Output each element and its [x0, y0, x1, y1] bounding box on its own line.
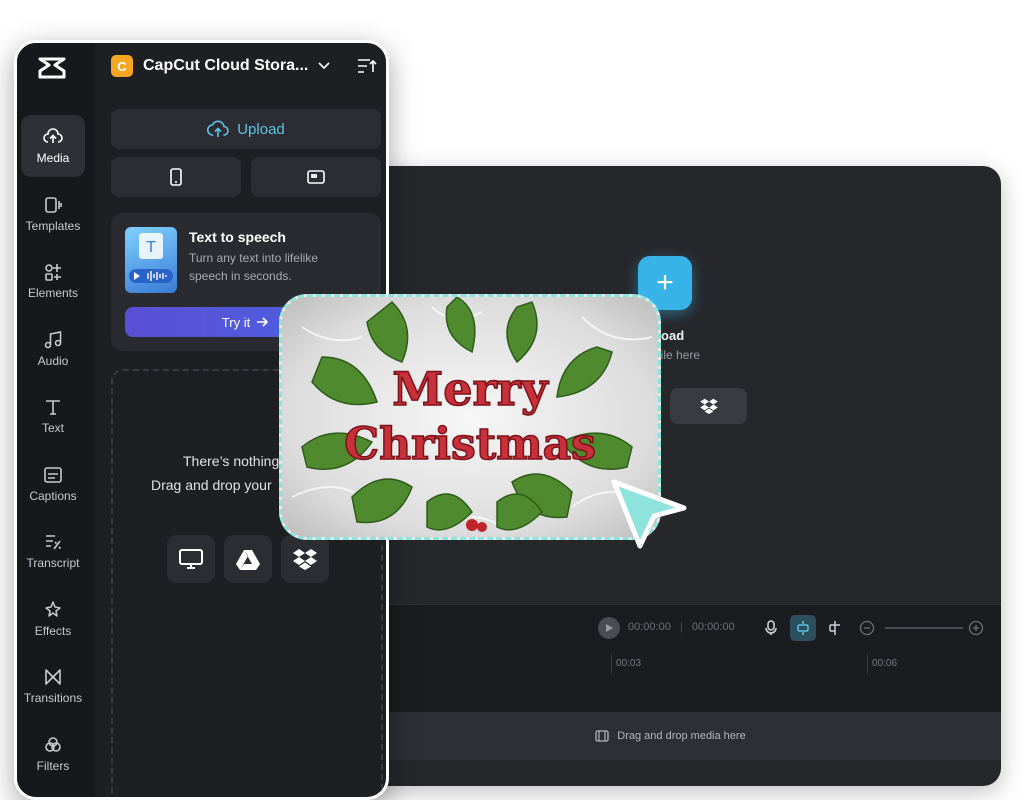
- storage-selector[interactable]: C CapCut Cloud Stora...: [111, 55, 330, 77]
- screen-record-button[interactable]: [251, 157, 381, 197]
- sort-button[interactable]: [357, 57, 377, 80]
- split-icon: [829, 621, 840, 635]
- device-source-button[interactable]: [167, 535, 215, 583]
- phone-upload-button[interactable]: [111, 157, 241, 197]
- upload-button[interactable]: Upload: [111, 109, 381, 149]
- upload-label: Upload: [237, 120, 285, 138]
- time-total: 00:00:00: [691, 621, 735, 633]
- monitor-icon: [179, 549, 203, 569]
- chevron-down-icon: [318, 62, 330, 70]
- sidebar-item-filters[interactable]: Filters: [21, 723, 85, 785]
- sidebar-item-label: Effects: [34, 624, 72, 638]
- ruler-tick: [867, 654, 868, 674]
- filters-icon: [45, 737, 61, 752]
- sidebar-item-transcript[interactable]: Transcript: [21, 520, 85, 582]
- sidebar-item-text[interactable]: Text: [21, 385, 85, 447]
- dropbox-icon: [699, 398, 718, 414]
- sidebar-item-label: Templates: [25, 219, 81, 233]
- cursor-arrow-icon: [611, 479, 687, 549]
- zoom-slider[interactable]: [885, 627, 963, 629]
- effects-icon: [45, 601, 61, 617]
- zoom-out-button[interactable]: [854, 615, 880, 641]
- snap-icon: [797, 621, 809, 635]
- film-icon: [595, 730, 609, 742]
- arrow-right-icon: [257, 317, 269, 327]
- dragged-image-card[interactable]: Merry Christmas: [279, 294, 661, 540]
- sidebar-item-label: Audio: [37, 354, 69, 368]
- play-icon: [606, 624, 613, 632]
- tts-description: Turn any text into lifelike speech in se…: [189, 251, 318, 283]
- snap-toggle[interactable]: [790, 615, 816, 641]
- image-text-merry: Merry: [392, 362, 549, 416]
- editor-dropbox-button[interactable]: [670, 388, 747, 424]
- phone-icon: [170, 168, 182, 186]
- empty-state-hint: Drag and drop your: [151, 477, 272, 493]
- sidebar-item-label: Captions: [29, 489, 77, 503]
- empty-state-title: There’s nothing: [183, 453, 280, 469]
- capcut-logo[interactable]: [35, 53, 69, 83]
- sidebar-item-transitions[interactable]: Transitions: [21, 655, 85, 717]
- sidebar-item-elements[interactable]: Elements: [21, 250, 85, 312]
- audio-icon: [44, 331, 62, 349]
- text-icon: [46, 400, 60, 415]
- sidebar-item-label: Transitions: [23, 691, 83, 705]
- dropbox-button[interactable]: [281, 535, 329, 583]
- sidebar-rail: Media Templates Elements Audio Text Capt…: [17, 43, 95, 797]
- time-display: 00:00:00 | 00:00:00: [628, 621, 735, 633]
- drop-media-text: Drag and drop media here: [617, 730, 746, 742]
- empty-track: [340, 678, 1001, 712]
- timeline-toolbar: 00:00:00 | 00:00:00: [340, 604, 1001, 650]
- timeline-ruler: 00:03 00:06: [340, 650, 1001, 678]
- zoom-out-icon: [859, 620, 875, 636]
- tts-thumbnail: T: [125, 227, 177, 293]
- cloud-upload-icon: [207, 120, 230, 137]
- sort-icon: [358, 59, 377, 73]
- christmas-image: Merry Christmas: [282, 297, 658, 537]
- zoom-in-button[interactable]: [963, 615, 989, 641]
- play-button[interactable]: [598, 617, 620, 639]
- sidebar-item-captions[interactable]: Captions: [21, 453, 85, 515]
- svg-text:T: T: [146, 239, 156, 256]
- microphone-button[interactable]: [758, 615, 784, 641]
- image-text-christmas: Christmas: [344, 419, 596, 470]
- capcut-logo-icon: [38, 57, 66, 79]
- ruler-label: 00:03: [616, 658, 642, 669]
- try-it-label: Try it: [221, 314, 251, 330]
- media-icon: [43, 128, 63, 143]
- sidebar-item-media[interactable]: Media: [21, 115, 85, 177]
- elements-icon: [45, 264, 61, 281]
- transitions-icon: [45, 669, 61, 685]
- sidebar-item-label: Text: [41, 421, 64, 435]
- media-drop-track[interactable]: Drag and drop media here: [340, 712, 1001, 760]
- sidebar-item-label: Filters: [36, 759, 70, 773]
- screen-record-icon: [307, 170, 325, 184]
- templates-icon: [45, 197, 62, 213]
- microphone-icon: [765, 620, 777, 635]
- sidebar-item-label: Media: [36, 151, 70, 165]
- time-current: 00:00:00: [628, 621, 671, 633]
- storage-badge: C: [111, 55, 133, 77]
- sidebar-item-effects[interactable]: Effects: [21, 588, 85, 650]
- tts-title: Text to speech: [189, 229, 286, 245]
- google-drive-button[interactable]: [224, 535, 272, 583]
- captions-icon: [44, 467, 62, 483]
- zoom-in-icon: [968, 620, 984, 636]
- storage-title: CapCut Cloud Stora...: [143, 57, 309, 74]
- sidebar-item-templates[interactable]: Templates: [21, 183, 85, 245]
- dropbox-icon: [293, 549, 317, 570]
- sidebar-item-label: Elements: [27, 286, 79, 300]
- sidebar-item-audio[interactable]: Audio: [21, 318, 85, 380]
- split-button[interactable]: [822, 615, 848, 641]
- ruler-tick: [611, 654, 612, 674]
- sidebar-item-label: Transcript: [26, 556, 80, 570]
- transcript-icon: [46, 535, 62, 550]
- google-drive-icon: [236, 550, 260, 570]
- ruler-label: 00:06: [872, 658, 898, 669]
